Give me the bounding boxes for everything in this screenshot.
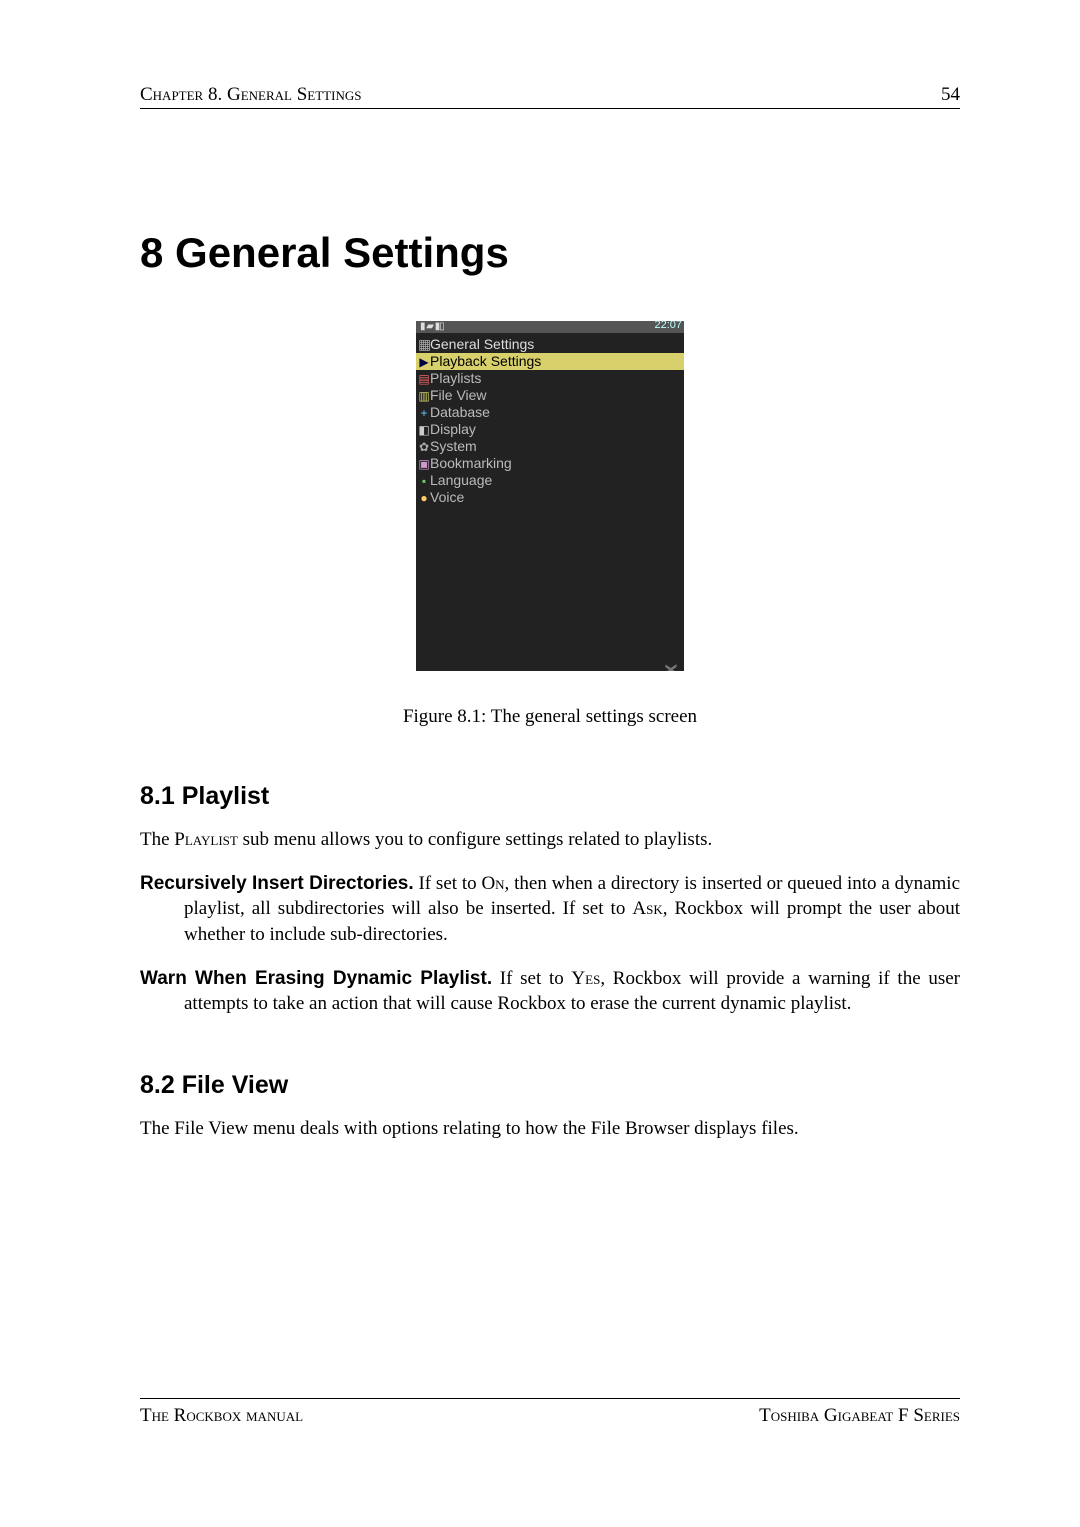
signal-icon: ▮ ▰ ▮▯ xyxy=(420,321,444,332)
menu-item-label: Display xyxy=(430,421,476,437)
menu-item: ▤Playlists xyxy=(416,370,684,387)
clock-text: 22:07 xyxy=(654,321,682,331)
menu-item-label: Voice xyxy=(430,489,464,505)
menu-item: ✿System xyxy=(416,438,684,455)
play-icon: ▶ xyxy=(418,354,430,370)
plus-icon: + xyxy=(418,405,430,421)
header-left: Chapter 8. General Settings xyxy=(140,84,361,106)
rockbox-logo: ROCKbox xyxy=(659,665,682,671)
figure-caption: Figure 8.1: The general settings screen xyxy=(140,706,960,728)
desc-recursive-insert: Recursively Insert Directories. If set t… xyxy=(140,871,960,948)
screenshot-statusbar: ▮ ▰ ▮▯ 22:07 xyxy=(416,321,684,333)
menu-item: ●Voice xyxy=(416,489,684,506)
screenshot-title: ▦General Settings xyxy=(416,333,684,353)
menu-item: ▪Language xyxy=(416,472,684,489)
desc-warn-erase: Warn When Erasing Dynamic Playlist. If s… xyxy=(140,966,960,1017)
menu-item-label: Bookmarking xyxy=(430,455,512,471)
menu-item-label: Playback Settings xyxy=(430,353,541,369)
menu-item-label: Language xyxy=(430,472,492,488)
page-number: 54 xyxy=(941,84,960,106)
menu-item: +Database xyxy=(416,404,684,421)
page: Chapter 8. General Settings 54 8 General… xyxy=(0,0,1080,1527)
footer-left: The Rockbox manual xyxy=(140,1405,303,1427)
language-icon: ▪ xyxy=(418,473,430,489)
menu-item-label: Playlists xyxy=(430,370,481,386)
menu-item: ▶Playback Settings xyxy=(416,353,684,370)
desc-label: Warn When Erasing Dynamic Playlist. xyxy=(140,968,492,989)
gear-icon: ✿ xyxy=(418,439,430,455)
voice-icon: ● xyxy=(418,490,430,506)
menu-item-label: System xyxy=(430,438,477,454)
playlist-intro: The Playlist sub menu allows you to conf… xyxy=(140,827,960,853)
menu-item: ▥File View xyxy=(416,387,684,404)
display-icon: ◧ xyxy=(418,422,430,438)
section-heading-playlist: 8.1 Playlist xyxy=(140,782,960,811)
menu-item: ▣Bookmarking xyxy=(416,455,684,472)
chapter-name: General Settings xyxy=(175,229,509,276)
footer-right: Toshiba Gigabeat F Series xyxy=(759,1405,960,1427)
menu-item-label: Database xyxy=(430,404,490,420)
page-footer: The Rockbox manual Toshiba Gigabeat F Se… xyxy=(140,1398,960,1427)
page-header: Chapter 8. General Settings 54 xyxy=(140,84,960,109)
figure: ▮ ▰ ▮▯ 22:07 ▦General Settings ▶Playback… xyxy=(140,321,960,728)
desc-label: Recursively Insert Directories. xyxy=(140,873,414,894)
section-heading-fileview: 8.2 File View xyxy=(140,1071,960,1100)
settings-icon: ▦ xyxy=(418,336,430,353)
menu-item: ◧Display xyxy=(416,421,684,438)
menu-item-label: File View xyxy=(430,387,487,403)
playlist-icon: ▤ xyxy=(418,371,430,387)
bookmark-icon: ▣ xyxy=(418,456,430,472)
chapter-title: 8 General Settings xyxy=(140,229,960,277)
chapter-number: 8 xyxy=(140,229,163,276)
screenshot: ▮ ▰ ▮▯ 22:07 ▦General Settings ▶Playback… xyxy=(416,321,684,671)
screenshot-title-text: General Settings xyxy=(430,336,534,352)
fileview-icon: ▥ xyxy=(418,388,430,404)
fileview-intro: The File View menu deals with options re… xyxy=(140,1116,960,1142)
description-list: Recursively Insert Directories. If set t… xyxy=(140,871,960,1017)
